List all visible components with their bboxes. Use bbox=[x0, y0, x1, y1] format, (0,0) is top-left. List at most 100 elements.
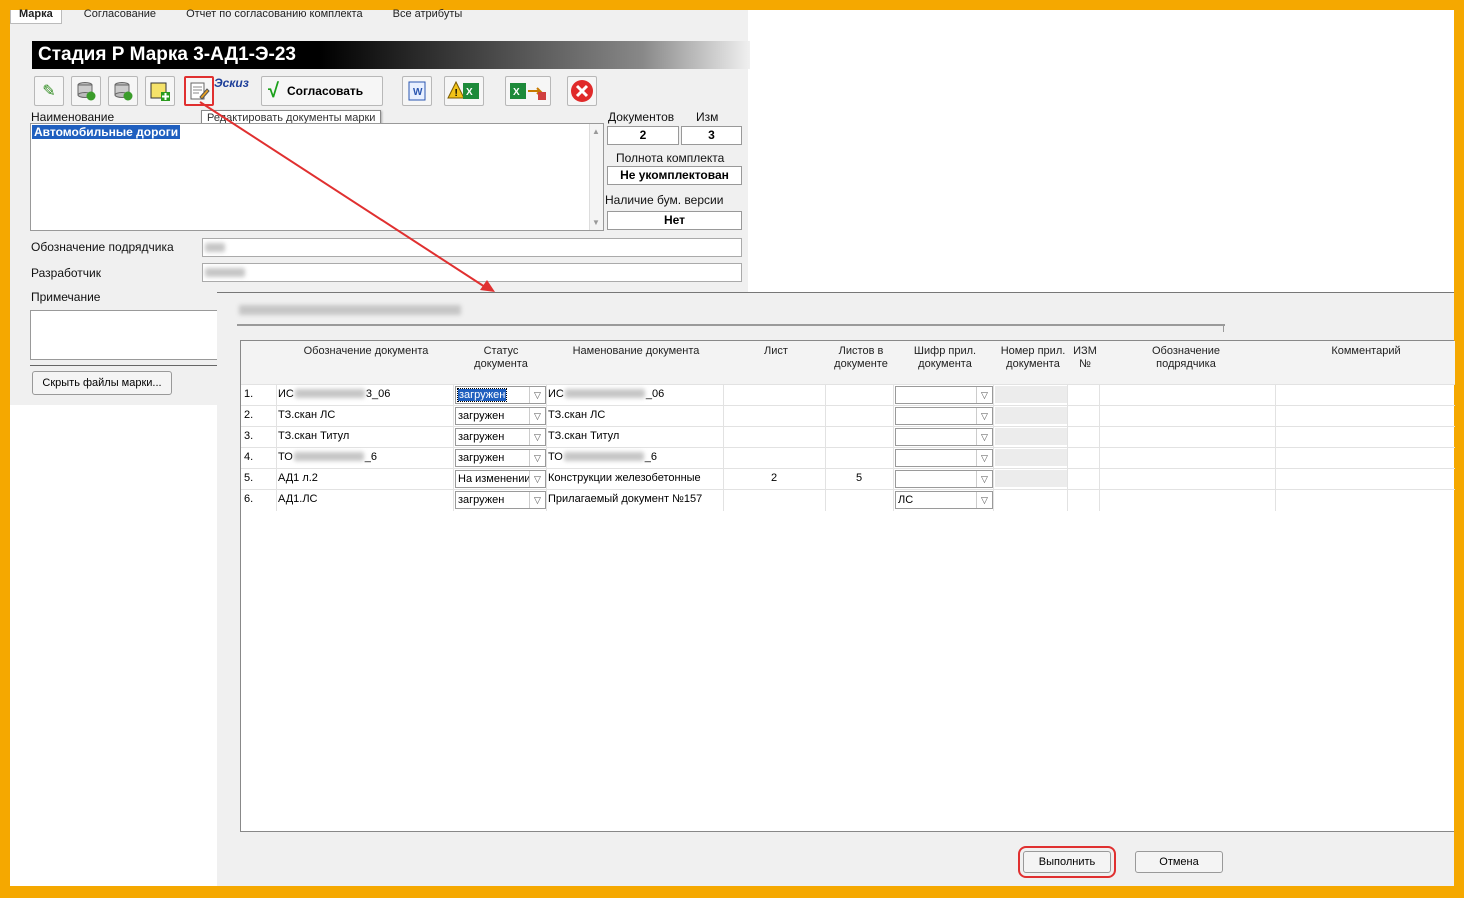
edit-button[interactable]: ✎ bbox=[34, 76, 64, 106]
col-contractor[interactable]: Обозначение подрядчика bbox=[1136, 345, 1236, 371]
chevron-down-icon[interactable]: ▽ bbox=[529, 429, 545, 445]
db-add-button[interactable] bbox=[108, 76, 138, 106]
col-comment[interactable]: Комментарий bbox=[1301, 345, 1431, 358]
edit-docs-button[interactable] bbox=[184, 76, 214, 106]
chevron-down-icon[interactable]: ▽ bbox=[529, 492, 545, 508]
doc-code-cell[interactable]: ТЗ.скан Титул bbox=[278, 427, 349, 447]
chevron-down-icon[interactable]: ▽ bbox=[976, 387, 992, 403]
table-row[interactable]: 4. ТО _6 загружен ▽ ТО _6 ▽ bbox=[241, 447, 1455, 469]
sheets-count-cell[interactable] bbox=[825, 406, 893, 426]
status-select[interactable]: загружен ▽ bbox=[455, 428, 546, 446]
sheet-cell[interactable]: 2 bbox=[723, 469, 825, 489]
approve-button[interactable]: √ Согласовать bbox=[261, 76, 383, 106]
doc-name-cell[interactable]: Конструкции железобетонные bbox=[548, 469, 701, 489]
tab-approval-report[interactable]: Отчет по согласованию комплекта bbox=[178, 9, 371, 28]
name-textarea[interactable]: Автомобильные дороги ▲ ▼ bbox=[30, 123, 604, 231]
execute-button[interactable]: Выполнить bbox=[1018, 846, 1116, 878]
attach-cipher-select[interactable]: ЛС ▽ bbox=[895, 491, 993, 509]
excel-warning-button[interactable]: ! X bbox=[444, 76, 484, 106]
tab-approval[interactable]: Согласование bbox=[76, 9, 164, 28]
table-row[interactable]: 6. АД1.ЛС загружен ▽ Прилагаемый документ №1… bbox=[241, 489, 1455, 511]
eskiz-label: Эскиз bbox=[214, 76, 249, 90]
chevron-down-icon[interactable]: ▽ bbox=[976, 429, 992, 445]
scroll-up-icon[interactable]: ▲ bbox=[592, 127, 600, 136]
attach-cipher-select[interactable]: ▽ bbox=[895, 407, 993, 425]
word-button[interactable]: W bbox=[402, 76, 432, 106]
table-row[interactable]: 3. ТЗ.скан Титул загружен ▽ ТЗ.скан Титул ▽ bbox=[241, 426, 1455, 448]
row-number: 1. bbox=[244, 388, 254, 400]
chevron-down-icon[interactable]: ▽ bbox=[529, 450, 545, 466]
col-attach-number[interactable]: Номер прил. документа bbox=[993, 345, 1073, 371]
developer-field[interactable] bbox=[202, 263, 742, 282]
doc-name-cell[interactable]: ТЗ.скан Титул bbox=[548, 427, 619, 447]
chevron-down-icon[interactable]: ▽ bbox=[976, 492, 992, 508]
chevron-down-icon[interactable]: ▽ bbox=[976, 450, 992, 466]
sheet-cell[interactable] bbox=[723, 448, 825, 468]
attach-cipher-select[interactable]: ▽ bbox=[895, 449, 993, 467]
close-button[interactable] bbox=[567, 76, 597, 106]
doc-code-cell[interactable]: АД1 л.2 bbox=[278, 469, 318, 489]
excel-export-button[interactable]: X bbox=[505, 76, 551, 106]
chevron-down-icon[interactable]: ▽ bbox=[529, 408, 545, 424]
doc-name-cell[interactable]: Прилагаемый документ №157 bbox=[548, 490, 702, 510]
doc-code-cell[interactable]: ИС 3_06 bbox=[278, 385, 390, 405]
col-doc-name[interactable]: Наменование документа bbox=[551, 345, 721, 358]
chevron-down-icon[interactable]: ▽ bbox=[976, 408, 992, 424]
doc-name: ТО bbox=[548, 451, 563, 463]
table-row[interactable]: 1. ИС 3_06 загружен ▽ ИС _06 ▽ bbox=[241, 384, 1455, 406]
col-doc-code[interactable]: Обозначение документа bbox=[281, 345, 451, 358]
col-izm[interactable]: ИЗМ № bbox=[1069, 345, 1101, 371]
attach-cipher-select[interactable]: ▽ bbox=[895, 386, 993, 404]
chevron-down-icon[interactable]: ▽ bbox=[529, 471, 545, 487]
sheets-count-cell[interactable] bbox=[825, 427, 893, 447]
note-textarea[interactable] bbox=[30, 310, 220, 360]
tab-mark[interactable]: Марка bbox=[10, 9, 62, 24]
sheets-count-cell[interactable] bbox=[825, 448, 893, 468]
hide-files-button[interactable]: Скрыть файлы марки... bbox=[32, 371, 172, 395]
doc-name-cell[interactable]: ТЗ.скан ЛС bbox=[548, 406, 605, 426]
tab-all-attributes[interactable]: Все атрибуты bbox=[385, 9, 471, 28]
col-sheet[interactable]: Лист bbox=[746, 345, 806, 358]
docs-label: Документов bbox=[608, 110, 675, 124]
doc-code-cell[interactable]: ТО _6 bbox=[278, 448, 377, 468]
attach-number-cell bbox=[995, 428, 1067, 445]
db-refresh-button[interactable] bbox=[71, 76, 101, 106]
add-note-button[interactable] bbox=[145, 76, 175, 106]
contractor-field[interactable] bbox=[202, 238, 742, 257]
status-select[interactable]: На изменении ▽ bbox=[455, 470, 546, 488]
close-icon bbox=[571, 80, 593, 102]
attach-cipher-select[interactable]: ▽ bbox=[895, 428, 993, 446]
vertical-scrollbar[interactable]: ▲ ▼ bbox=[589, 124, 603, 230]
doc-code-cell[interactable]: АД1.ЛС bbox=[278, 490, 318, 510]
sheet-cell[interactable] bbox=[723, 427, 825, 447]
col-attach-cipher[interactable]: Шифр прил. документа bbox=[905, 345, 985, 371]
table-row[interactable]: 2. ТЗ.скан ЛС загружен ▽ ТЗ.скан ЛС ▽ bbox=[241, 405, 1455, 427]
sheet-cell[interactable] bbox=[723, 406, 825, 426]
sheets-count-cell[interactable] bbox=[825, 385, 893, 405]
doc-code-cell[interactable]: ТЗ.скан ЛС bbox=[278, 406, 335, 426]
doc-name-cell[interactable]: ИС _06 bbox=[548, 385, 664, 405]
cancel-button[interactable]: Отмена bbox=[1135, 851, 1223, 873]
doc-name-cell[interactable]: ТО _6 bbox=[548, 448, 657, 468]
sheet-cell[interactable] bbox=[723, 385, 825, 405]
sheets-count-cell[interactable] bbox=[825, 490, 893, 510]
table-row[interactable]: 5. АД1 л.2 На изменении ▽ Конструкции железо… bbox=[241, 468, 1455, 490]
status-select[interactable]: загружен ▽ bbox=[455, 407, 546, 425]
sheet-cell[interactable] bbox=[723, 490, 825, 510]
chevron-down-icon[interactable]: ▽ bbox=[976, 471, 992, 487]
attach-number-cell bbox=[995, 386, 1067, 403]
attach-cipher-select[interactable]: ▽ bbox=[895, 470, 993, 488]
status-select[interactable]: загружен ▽ bbox=[455, 449, 546, 467]
column-divider bbox=[1275, 406, 1276, 427]
sheets-count-cell[interactable]: 5 bbox=[825, 469, 893, 489]
status-select[interactable]: загружен ▽ bbox=[455, 491, 546, 509]
column-divider bbox=[1099, 427, 1100, 448]
grid-header: Обозначение документа Статус документа Н… bbox=[241, 341, 1455, 385]
col-sheets-count[interactable]: Листов в документе bbox=[826, 345, 896, 371]
col-status[interactable]: Статус документа bbox=[461, 345, 541, 371]
scroll-down-icon[interactable]: ▼ bbox=[592, 218, 600, 227]
column-divider bbox=[1067, 385, 1068, 406]
chevron-down-icon[interactable]: ▽ bbox=[529, 387, 545, 403]
column-divider bbox=[453, 448, 454, 469]
status-select[interactable]: загружен ▽ bbox=[455, 386, 546, 404]
